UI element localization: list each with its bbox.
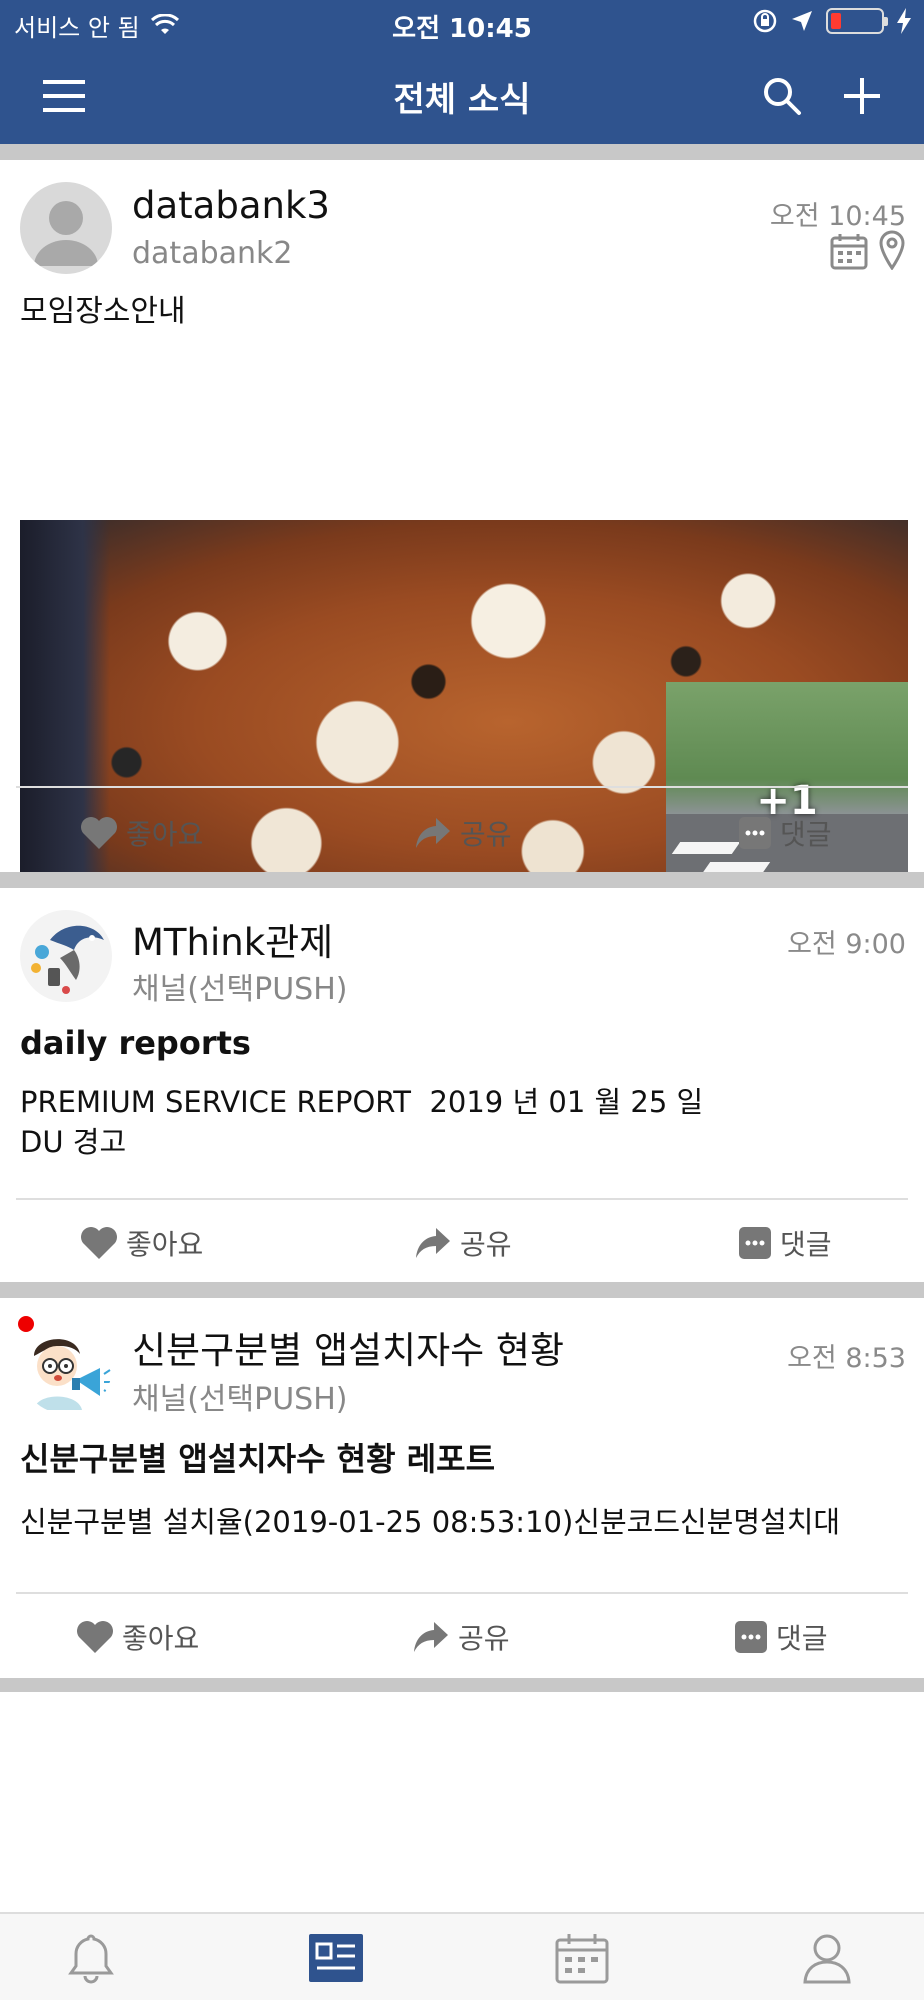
comment-bubble-icon [739, 1227, 771, 1259]
tab-calendar[interactable] [552, 1928, 612, 1988]
like-label: 좋아요 [126, 1228, 204, 1261]
avatar[interactable] [20, 182, 112, 274]
share-label: 공유 [460, 1228, 512, 1261]
search-icon [764, 78, 801, 115]
add-post-button[interactable] [836, 70, 888, 122]
share-arrow-icon [416, 1228, 450, 1258]
comment-label: 댓글 [776, 1622, 828, 1655]
status-right [752, 8, 912, 34]
location-pin-icon[interactable] [878, 230, 906, 270]
tab-news-feed[interactable] [306, 1928, 366, 1988]
feed-divider [0, 144, 924, 160]
like-label: 좋아요 [126, 818, 204, 851]
post-card[interactable]: databank3 databank2 오전 10:45 모임장소안내 +1 좋… [0, 160, 924, 924]
nav-bar: 전체 소식 [0, 56, 924, 132]
comment-label: 댓글 [780, 1228, 832, 1261]
share-button[interactable]: 공유 [414, 1218, 512, 1268]
status-bar: 서비스 안 됨 오전 10:45 [0, 0, 924, 44]
post-body: 신분구분별 설치율(2019-01-25 08:53:10)신분코드신분명설치대 [20, 1505, 841, 1539]
post-title: 신분구분별 앱설치자수 현황 레포트 [20, 1440, 496, 1478]
news-feed-icon [309, 1934, 363, 1982]
battery-icon [826, 8, 888, 34]
post-time: 오전 9:00 [787, 929, 906, 960]
post-photo-gallery[interactable]: +1 [20, 520, 908, 924]
comment-bubble-icon [735, 1621, 767, 1653]
post-time: 오전 10:45 [769, 201, 906, 232]
post-group: 채널(선택PUSH) [132, 972, 348, 1007]
food-photo-pan-edge [20, 520, 110, 924]
share-label: 공유 [460, 818, 512, 851]
like-button[interactable]: 좋아요 [80, 808, 203, 858]
share-label: 공유 [458, 1622, 510, 1655]
feed-divider [0, 1678, 924, 1692]
bell-icon [68, 1934, 114, 1984]
comment-button[interactable]: 댓글 [738, 808, 832, 858]
tab-notifications[interactable] [61, 1928, 121, 1988]
post-author[interactable]: MThink관제 [132, 912, 333, 966]
rotation-lock-icon [753, 9, 777, 33]
profile-icon [803, 1934, 851, 1984]
avatar[interactable] [20, 910, 112, 1002]
action-separator [16, 786, 908, 788]
like-label: 좋아요 [122, 1622, 200, 1655]
share-button[interactable]: 공유 [412, 1612, 510, 1662]
unread-indicator [18, 1316, 34, 1332]
eagle-logo-avatar-icon [31, 925, 104, 994]
calendar-icon [555, 1934, 609, 1984]
comment-button[interactable]: 댓글 [738, 1218, 832, 1268]
comment-label: 댓글 [780, 818, 832, 851]
calendar-icon[interactable] [830, 232, 868, 270]
feed-divider [0, 1282, 924, 1298]
heart-icon [77, 1621, 113, 1653]
post-time: 오전 8:53 [787, 1343, 906, 1374]
share-arrow-icon [414, 1622, 448, 1652]
post-group: databank2 [132, 236, 293, 271]
share-button[interactable]: 공유 [414, 808, 512, 858]
heart-icon [81, 817, 117, 849]
like-button[interactable]: 좋아요 [80, 1218, 203, 1268]
plus-icon [844, 78, 880, 114]
post-title: daily reports [20, 1024, 251, 1062]
share-arrow-icon [416, 818, 450, 848]
location-arrow-icon [792, 11, 812, 31]
post-card[interactable]: MThink관제 채널(선택PUSH) 오전 9:00 daily report… [0, 888, 924, 1282]
post-card[interactable]: 신분구분별 앱설치자수 현황 채널(선택PUSH) 오전 8:53 신분구분별 … [0, 1298, 924, 1678]
feed-divider [0, 872, 924, 888]
avatar[interactable] [20, 1322, 112, 1414]
tab-profile[interactable] [797, 1928, 857, 1988]
action-separator [16, 1592, 908, 1594]
heart-icon [81, 1227, 117, 1259]
post-author[interactable]: 신분구분별 앱설치자수 현황 [132, 1320, 564, 1374]
comment-button[interactable]: 댓글 [734, 1612, 828, 1662]
comment-bubble-icon [739, 817, 771, 849]
charging-bolt-icon [897, 8, 911, 34]
action-separator [16, 1198, 908, 1200]
like-button[interactable]: 좋아요 [76, 1612, 199, 1662]
default-avatar-icon [34, 201, 98, 266]
post-body: 모임장소안내 [20, 294, 186, 329]
post-author[interactable]: databank3 [132, 184, 330, 227]
post-body: PREMIUM SERVICE REPORT 2019 년 01 월 25 일 … [20, 1085, 704, 1159]
search-button[interactable] [756, 70, 808, 122]
bottom-tab-bar [0, 1912, 924, 2000]
app-header: 서비스 안 됨 오전 10:45 전체 소식 [0, 0, 924, 144]
post-group: 채널(선택PUSH) [132, 1382, 348, 1417]
cartoon-megaphone-avatar-icon [34, 1339, 111, 1410]
